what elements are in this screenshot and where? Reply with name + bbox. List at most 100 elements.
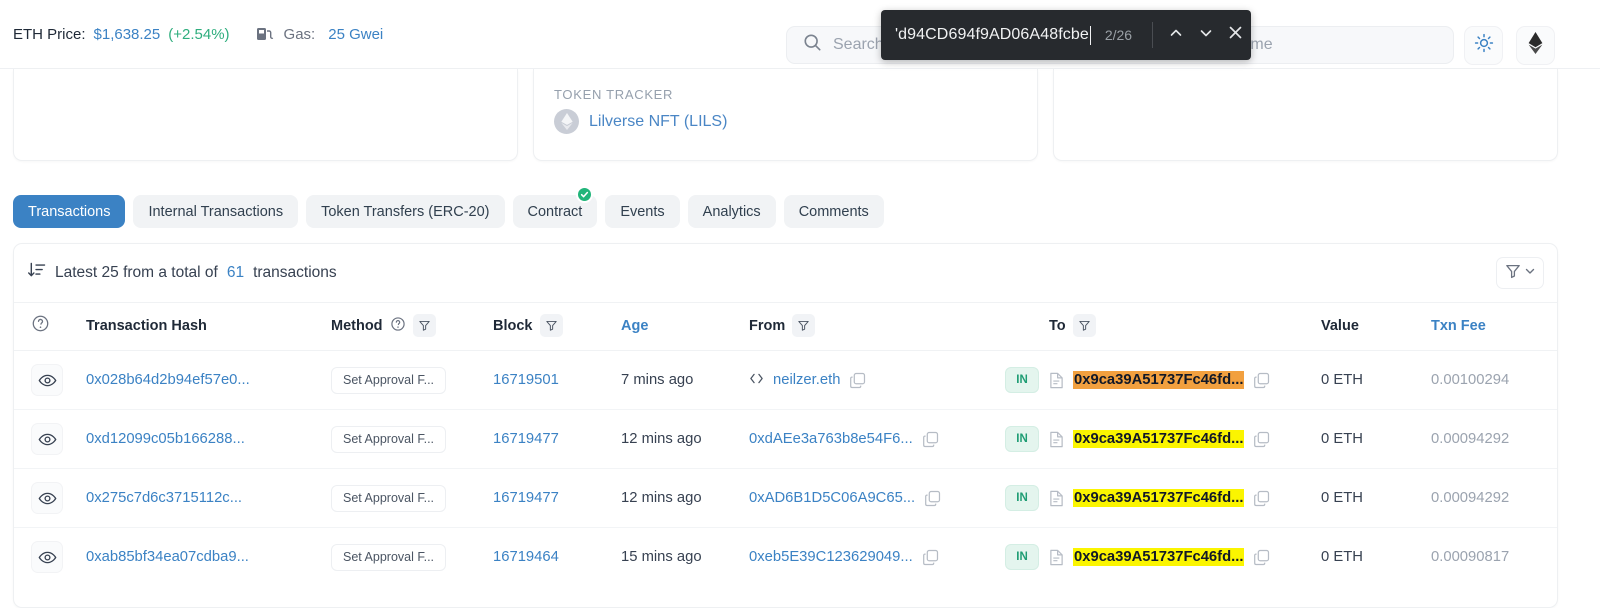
content-tabs: Transactions Internal Transactions Token… [13,186,884,228]
from-filter-button[interactable] [792,314,816,337]
find-query-input[interactable]: 'd94CD694f9AD06A48fcbe [895,25,1091,45]
cell-value: 0 ETH [1321,528,1431,587]
eth-price-value[interactable]: $1,638.25 [94,26,161,43]
tab-comments[interactable]: Comments [783,195,884,228]
eye-icon[interactable] [31,482,63,514]
cell-eye [14,350,86,410]
from-address-link[interactable]: neilzer.eth [773,372,840,388]
to-address-link[interactable]: 0x9ca39A51737Fc46fd... [1073,548,1245,566]
tab-events[interactable]: Events [605,195,680,228]
to-address-link[interactable]: 0x9ca39A51737Fc46fd... [1073,371,1245,389]
cell-from: 0xdAEe3a763b8e54F6... [749,409,1005,469]
column-header-age[interactable]: Age [621,302,749,351]
verified-check-icon [576,186,594,203]
value-text: 0 ETH [1321,549,1363,565]
cell-from: 0xeb5E39C123629049... [749,528,1005,587]
copy-icon[interactable] [1253,372,1270,389]
block-link[interactable]: 16719464 [493,549,559,565]
cell-method: Set Approval F... [331,528,493,587]
cell-txn-fee: 0.00094292 [1431,468,1557,528]
gas-value[interactable]: 25 Gwei [328,26,383,43]
sort-descending-icon [27,262,46,284]
funnel-icon [1505,263,1521,284]
cell-age: 7 mins ago [621,350,749,410]
method-badge[interactable]: Set Approval F... [331,425,447,453]
find-close-button[interactable] [1221,10,1251,60]
eye-icon[interactable] [31,423,63,455]
eth-price-change: (+2.54%) [168,25,230,43]
network-selector-button[interactable] [1516,26,1555,65]
cell-to: 0x9ca39A51737Fc46fd... [1049,468,1321,528]
price-ticker: ETH Price: $1,638.25 (+2.54%) Gas: 25 Gw… [0,26,383,43]
token-tracker-name[interactable]: Lilverse NFT (LILS) [589,113,727,131]
find-next-button[interactable] [1191,10,1221,60]
block-link[interactable]: 16719477 [493,490,559,506]
copy-icon[interactable] [849,372,866,389]
from-address-link[interactable]: 0xdAEe3a763b8e54F6... [749,431,913,447]
table-filter-button[interactable] [1496,257,1544,289]
from-address-link[interactable]: 0xeb5E39C123629049... [749,549,913,565]
copy-icon[interactable] [1253,431,1270,448]
to-address-link[interactable]: 0x9ca39A51737Fc46fd... [1073,489,1245,507]
transactions-table: Transaction Hash Method Block Age From T… [14,302,1557,587]
cell-method: Set Approval F... [331,468,493,528]
find-query-text: 'd94CD694f9AD06A48fcbe [895,26,1089,43]
tab-label: Token Transfers (ERC-20) [321,203,490,220]
cell-eye [14,468,86,528]
tab-internal-transactions[interactable]: Internal Transactions [133,195,299,228]
token-tracker-row[interactable]: Lilverse NFT (LILS) [554,109,727,134]
transactions-panel: Latest 25 from a total of 61 transaction… [13,243,1558,608]
transaction-hash-link[interactable]: 0x028b64d2b94ef57e0... [86,372,250,388]
transaction-count-summary: Latest 25 from a total of 61 transaction… [14,262,337,284]
token-tracker-card: TOKEN TRACKER Lilverse NFT (LILS) [533,69,1038,161]
copy-icon[interactable] [1253,549,1270,566]
table-header-row: Transaction Hash Method Block Age From T… [14,302,1557,351]
cell-direction: IN [1005,350,1049,410]
eye-icon[interactable] [31,541,63,573]
token-tracker-label: TOKEN TRACKER [554,87,674,102]
block-link[interactable]: 16719501 [493,372,559,388]
theme-toggle-button[interactable] [1464,26,1503,65]
age-text: 12 mins ago [621,431,702,447]
tab-label: Internal Transactions [148,203,284,220]
table-row: 0xab85bf34ea07cdba9... Set Approval F... 1… [14,528,1557,587]
table-row: 0x275c7d6c3715112c... Set Approval F... 16… [14,468,1557,528]
transaction-hash-link[interactable]: 0xd12099c05b166288... [86,431,245,447]
help-circle-icon[interactable] [390,316,406,336]
method-badge[interactable]: Set Approval F... [331,366,447,394]
cell-method: Set Approval F... [331,350,493,410]
method-badge[interactable]: Set Approval F... [331,543,447,571]
tab-analytics[interactable]: Analytics [687,195,776,228]
cell-txn-fee: 0.00094292 [1431,409,1557,469]
column-header-txn-fee[interactable]: Txn Fee [1431,302,1557,351]
block-filter-button[interactable] [539,314,563,337]
transaction-hash-link[interactable]: 0xab85bf34ea07cdba9... [86,549,249,565]
block-link[interactable]: 16719477 [493,431,559,447]
cell-to: 0x9ca39A51737Fc46fd... [1049,528,1321,587]
method-filter-button[interactable] [412,314,436,337]
copy-icon[interactable] [1253,490,1270,507]
find-previous-button[interactable] [1161,10,1191,60]
to-address-link[interactable]: 0x9ca39A51737Fc46fd... [1073,430,1245,448]
to-filter-button[interactable] [1072,314,1096,337]
copy-icon[interactable] [922,431,939,448]
transaction-hash-link[interactable]: 0x275c7d6c3715112c... [86,490,242,506]
tab-contract[interactable]: Contract [512,186,598,228]
tab-transactions[interactable]: Transactions [13,195,126,228]
cell-value: 0 ETH [1321,350,1431,410]
from-address-link[interactable]: 0xAD6B1D5C06A9C65... [749,490,915,506]
copy-icon[interactable] [924,490,941,507]
method-badge[interactable]: Set Approval F... [331,484,447,512]
copy-icon[interactable] [922,549,939,566]
contract-document-icon [1049,431,1064,448]
value-text: 0 ETH [1321,490,1363,506]
cell-block: 16719477 [493,468,621,528]
tab-token-transfers[interactable]: Token Transfers (ERC-20) [306,195,505,228]
help-circle-icon[interactable] [31,314,50,337]
cell-txn-fee: 0.00100294 [1431,350,1557,410]
total-transactions-count: 61 [226,264,245,281]
gas-label: Gas: [283,25,316,43]
eye-icon[interactable] [31,364,63,396]
overview-cards: TOKEN TRACKER Lilverse NFT (LILS) [0,69,1600,161]
latest-prefix: Latest 25 from a total of [55,264,218,281]
